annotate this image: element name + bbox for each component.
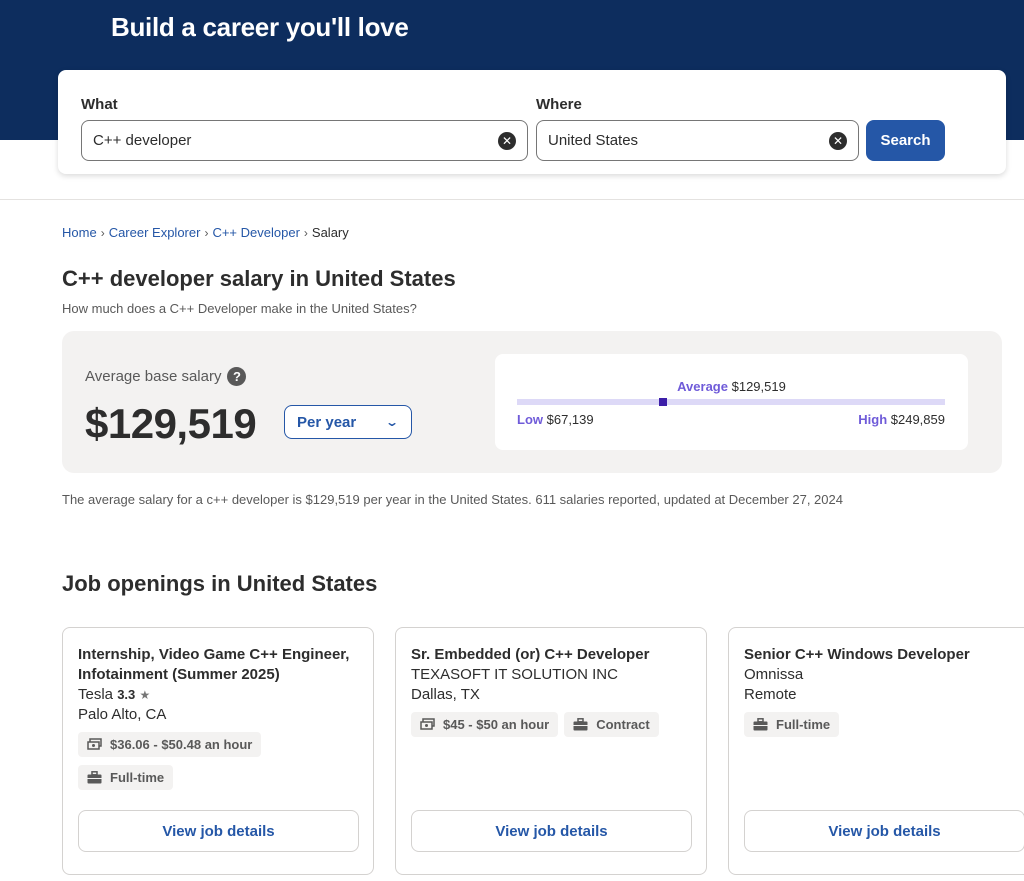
job-card[interactable]: Sr. Embedded (or) C++ Developer TEXASOFT… [395, 627, 707, 875]
job-type-tag: Full-time [78, 765, 174, 790]
job-type-tag: Contract [564, 712, 659, 737]
range-high-label: High [858, 412, 888, 427]
company-name[interactable]: Omnissa [744, 665, 803, 685]
salary-range-bar [517, 398, 945, 406]
job-tags: $45 - $50 an hour Contract [411, 712, 696, 737]
job-type-tag-text: Contract [596, 717, 650, 732]
view-job-details-button[interactable]: View job details [744, 810, 1024, 852]
chevron-down-icon: ⌄ [384, 415, 400, 429]
job-tags: Full-time [744, 712, 1024, 737]
range-low: Low $67,139 [517, 412, 594, 427]
range-average-value: $129,519 [731, 379, 786, 394]
breadcrumb-career-explorer[interactable]: Career Explorer [109, 225, 201, 240]
where-input[interactable]: United States ✕ [536, 120, 859, 161]
average-salary-amount: $129,519 [85, 400, 257, 447]
period-select[interactable]: Per year ⌄ [284, 405, 412, 439]
range-average: Average $129,519 [495, 379, 968, 394]
search-button[interactable]: Search [866, 120, 945, 161]
what-input-value: C++ developer [93, 132, 192, 149]
range-average-label: Average [677, 379, 728, 394]
period-select-value: Per year [297, 413, 357, 431]
what-input[interactable]: C++ developer ✕ [81, 120, 528, 161]
job-type-tag-text: Full-time [776, 717, 831, 732]
average-salary-label-text: Average base salary [85, 368, 222, 385]
breadcrumb-separator-icon: › [303, 225, 308, 240]
job-title[interactable]: Sr. Embedded (or) C++ Developer [411, 645, 696, 665]
briefcase-icon [753, 718, 768, 731]
job-openings-title: Job openings in United States [62, 571, 378, 596]
job-location: Dallas, TX [411, 686, 480, 703]
what-label: What [81, 96, 118, 113]
clear-where-icon[interactable]: ✕ [829, 131, 847, 150]
job-card[interactable]: Senior C++ Windows Developer Omnissa Rem… [728, 627, 1024, 875]
breadcrumb-current: Salary [311, 225, 349, 240]
clear-what-icon[interactable]: ✕ [498, 131, 516, 150]
page-subtitle: How much does a C++ Developer make in th… [62, 301, 417, 316]
pay-tag: $45 - $50 an hour [411, 712, 559, 737]
salary-panel: Average base salary ? $129,519 Per year … [62, 331, 1002, 473]
star-icon: ★ [139, 688, 151, 702]
salary-summary: The average salary for a c++ developer i… [62, 492, 843, 507]
pay-icon [87, 738, 102, 750]
job-location: Remote [744, 686, 797, 703]
briefcase-icon [87, 771, 102, 784]
briefcase-icon [573, 718, 588, 731]
hero-title: Build a career you'll love [111, 12, 409, 42]
breadcrumb-separator-icon: › [100, 225, 105, 240]
breadcrumb-home[interactable]: Home [62, 225, 97, 240]
average-salary-label: Average base salary ? [85, 367, 247, 386]
page-title: C++ developer salary in United States [62, 266, 456, 291]
search-card: What C++ developer ✕ Where United States… [58, 70, 1006, 174]
job-tags-row: Full-time [78, 765, 363, 790]
average-marker [658, 398, 667, 406]
job-title[interactable]: Senior C++ Windows Developer [744, 645, 1024, 665]
job-cards: Internship, Video Game C++ Engineer, Inf… [62, 627, 1024, 881]
range-high: High $249,859 [858, 412, 945, 427]
where-label: Where [536, 96, 582, 113]
header-divider [0, 199, 1024, 200]
view-job-details-button[interactable]: View job details [411, 810, 692, 852]
job-card[interactable]: Internship, Video Game C++ Engineer, Inf… [62, 627, 374, 875]
job-type-tag: Full-time [744, 712, 840, 737]
range-low-label: Low [517, 412, 543, 427]
job-location: Palo Alto, CA [78, 706, 167, 723]
pay-tag-text: $45 - $50 an hour [443, 717, 550, 732]
job-title[interactable]: Internship, Video Game C++ Engineer, Inf… [78, 645, 363, 685]
company-rating: 3.3 [117, 687, 136, 702]
view-job-details-button[interactable]: View job details [78, 810, 359, 852]
range-low-value: $67,139 [546, 412, 594, 427]
where-input-value: United States [548, 132, 639, 149]
breadcrumb: Home › Career Explorer › C++ Developer ›… [62, 225, 349, 240]
breadcrumb-cpp-developer[interactable]: C++ Developer [212, 225, 299, 240]
pay-icon [420, 718, 435, 730]
range-high-value: $249,859 [890, 412, 945, 427]
job-type-tag-text: Full-time [110, 770, 165, 785]
help-icon[interactable]: ? [227, 367, 247, 386]
pay-tag-text: $36.06 - $50.48 an hour [110, 737, 253, 752]
company-name[interactable]: TEXASOFT IT SOLUTION INC [411, 665, 618, 685]
salary-range-card: Average $129,519 Low $67,139 High $249,8… [495, 354, 968, 450]
company-name[interactable]: Tesla [78, 686, 113, 703]
pay-tag: $36.06 - $50.48 an hour [78, 732, 262, 757]
job-tags: $36.06 - $50.48 an hour [78, 732, 363, 757]
job-company: Tesla 3.3 ★ [78, 685, 166, 705]
breadcrumb-separator-icon: › [204, 225, 209, 240]
